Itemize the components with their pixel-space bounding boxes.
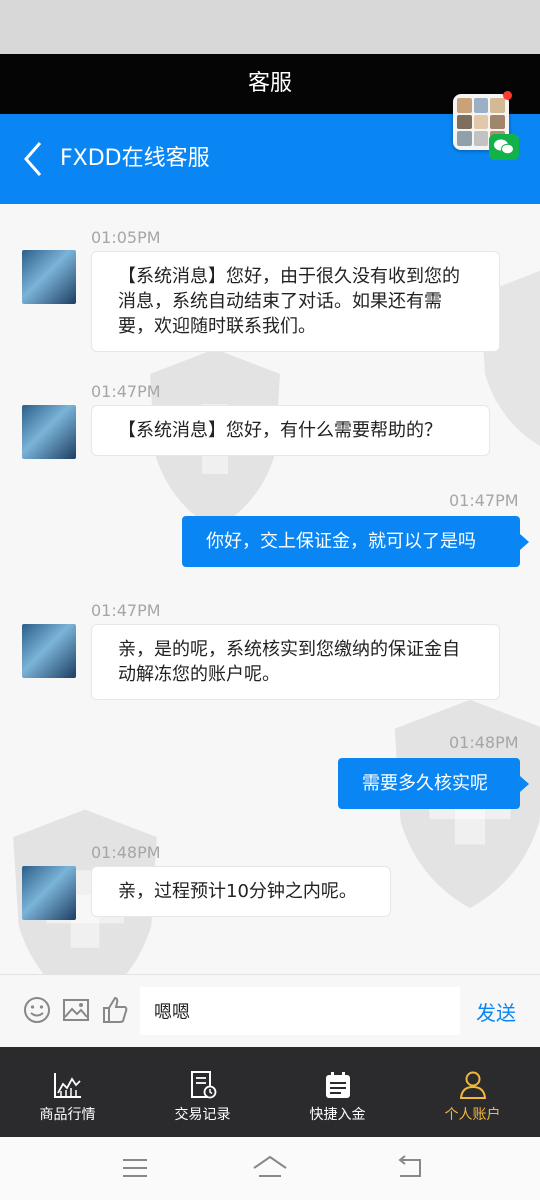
widget-thumb	[473, 114, 489, 130]
status-strip	[0, 0, 540, 54]
record-icon	[190, 1071, 216, 1099]
chevron-left-icon	[24, 142, 42, 176]
message-timestamp: 01:48PM	[91, 843, 161, 862]
outgoing-message-bubble: 需要多久核实呢	[338, 758, 529, 809]
tab-label: 个人账户	[444, 1107, 501, 1123]
back-nav-icon[interactable]	[394, 1154, 426, 1182]
system-navigation-bar	[0, 1137, 540, 1200]
image-icon[interactable]	[61, 995, 91, 1025]
app-title: 客服	[247, 71, 292, 96]
tab-trade-records[interactable]: 交易记录	[135, 1047, 270, 1137]
chat-area[interactable]: 01:05PM 【系统消息】您好，由于很久没有收到您的消息，系统自动结束了对话。…	[0, 204, 540, 974]
agent-avatar	[22, 624, 76, 678]
tab-market[interactable]: 商品行情	[0, 1047, 135, 1137]
incoming-message-bubble: 【系统消息】您好，有什么需要帮助的？	[91, 405, 490, 456]
incoming-message-bubble: 亲，是的呢，系统核实到您缴纳的保证金自动解冻您的账户呢。	[91, 624, 500, 700]
home-icon[interactable]	[252, 1154, 288, 1182]
emoji-icon[interactable]	[22, 995, 52, 1025]
widget-thumb	[490, 98, 505, 113]
menu-icon[interactable]	[121, 1154, 149, 1182]
person-icon	[459, 1071, 486, 1099]
tab-label: 交易记录	[174, 1107, 231, 1123]
widget-thumb	[457, 131, 472, 146]
agent-avatar	[22, 866, 76, 920]
agent-avatar	[22, 405, 76, 459]
message-composer: 发送	[0, 974, 540, 1047]
bottom-tab-bar: 商品行情 交易记录 快捷入金 个人账户	[0, 1047, 540, 1137]
message-timestamp: 01:48PM	[449, 733, 519, 752]
notification-dot	[503, 91, 512, 100]
tab-personal-account[interactable]: 个人账户	[405, 1047, 540, 1137]
message-timestamp: 01:05PM	[91, 228, 161, 247]
incoming-message-bubble: 【系统消息】您好，由于很久没有收到您的消息，系统自动结束了对话。如果还有需要，欢…	[91, 251, 500, 352]
message-timestamp: 01:47PM	[91, 601, 161, 620]
message-timestamp: 01:47PM	[449, 491, 519, 510]
message-timestamp: 01:47PM	[91, 382, 161, 401]
thumbs-up-icon[interactable]	[100, 995, 130, 1025]
widget-thumb	[473, 98, 489, 113]
outgoing-message-bubble: 你好，交上保证金，就可以了是吗	[182, 516, 529, 567]
widget-thumb	[457, 114, 472, 130]
agent-avatar	[22, 250, 76, 304]
chart-icon	[53, 1073, 81, 1098]
wechat-icon[interactable]	[489, 134, 519, 160]
tab-label: 商品行情	[39, 1107, 96, 1123]
widget-thumb	[490, 114, 505, 130]
message-input[interactable]	[140, 987, 460, 1035]
tab-label: 快捷入金	[309, 1107, 366, 1123]
back-button[interactable]	[18, 139, 52, 179]
widget-thumb	[457, 98, 472, 113]
chat-title: FXDD在线客服	[60, 146, 210, 171]
deposit-icon	[325, 1072, 350, 1098]
widget-thumb	[473, 131, 489, 146]
tab-quick-deposit[interactable]: 快捷入金	[270, 1047, 405, 1137]
incoming-message-bubble: 亲，过程预计10分钟之内呢。	[91, 866, 391, 917]
send-button[interactable]: 发送	[476, 997, 516, 1026]
